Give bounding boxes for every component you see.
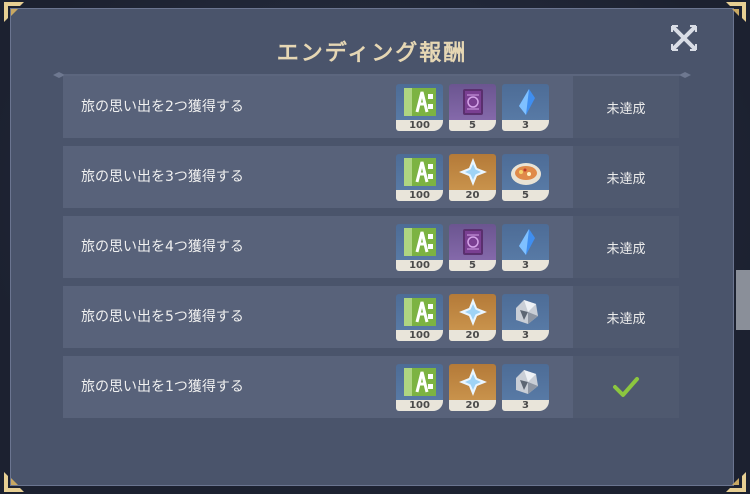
- reward-count: 100: [396, 400, 443, 411]
- reward-item[interactable]: 100: [396, 364, 443, 411]
- background-edge: [736, 270, 750, 330]
- reward-condition-label: 旅の思い出を4つ獲得する: [81, 239, 244, 255]
- reward-condition-label: 旅の思い出を5つ獲得する: [81, 309, 244, 325]
- reward-count: 100: [396, 330, 443, 341]
- reward-count: 20: [449, 190, 496, 201]
- reward-item[interactable]: 20: [449, 364, 496, 411]
- reward-items: 100 5 3: [396, 84, 549, 131]
- reward-item[interactable]: 20: [449, 154, 496, 201]
- ore-icon: [502, 294, 549, 330]
- purple-book-icon: [449, 84, 496, 120]
- reward-items: 100 20 3: [396, 294, 549, 341]
- corner-ornament-icon: [2, 466, 30, 494]
- primogem-icon: [449, 154, 496, 190]
- checkmark-icon: [612, 375, 640, 399]
- reward-item[interactable]: 5: [502, 154, 549, 201]
- blue-crystal-icon: [502, 84, 549, 120]
- reward-count: 5: [449, 120, 496, 131]
- reward-items: 100 5 3: [396, 224, 549, 271]
- reward-condition-label: 旅の思い出を2つ獲得する: [81, 99, 244, 115]
- reward-item[interactable]: 20: [449, 294, 496, 341]
- reward-count: 100: [396, 190, 443, 201]
- corner-ornament-icon: [2, 0, 30, 28]
- reward-count: 20: [449, 330, 496, 341]
- adventure-exp-icon: [396, 154, 443, 190]
- reward-row: 旅の思い出を5つ獲得する 100 20 3 未達成: [63, 286, 679, 348]
- status-cell: 未達成: [573, 146, 679, 208]
- reward-count: 5: [502, 190, 549, 201]
- reward-row: 旅の思い出を1つ獲得する 100 20 3: [63, 356, 679, 418]
- reward-item[interactable]: 100: [396, 224, 443, 271]
- reward-row: 旅の思い出を3つ獲得する 100 20 5 未達成: [63, 146, 679, 208]
- reward-item[interactable]: 100: [396, 294, 443, 341]
- reward-item[interactable]: 3: [502, 84, 549, 131]
- reward-row: 旅の思い出を2つ獲得する 100 5 3 未達成: [63, 76, 679, 138]
- adventure-exp-icon: [396, 294, 443, 330]
- reward-item[interactable]: 100: [396, 154, 443, 201]
- reward-condition-label: 旅の思い出を3つ獲得する: [81, 169, 244, 185]
- reward-count: 100: [396, 120, 443, 131]
- reward-item[interactable]: 5: [449, 84, 496, 131]
- reward-item[interactable]: 100: [396, 84, 443, 131]
- status-cell: 未達成: [573, 76, 679, 138]
- reward-count: 3: [502, 400, 549, 411]
- reward-item[interactable]: 3: [502, 294, 549, 341]
- primogem-icon: [449, 294, 496, 330]
- food-plate-icon: [502, 154, 549, 190]
- game-screen: エンディング報酬 旅の思い出を2つ獲得する 100 5 3 未達成 旅の思い出を3つ獲得す…: [0, 0, 750, 494]
- adventure-exp-icon: [396, 84, 443, 120]
- status-cell: 未達成: [573, 286, 679, 348]
- reward-count: 3: [502, 260, 549, 271]
- blue-crystal-icon: [502, 224, 549, 260]
- reward-item[interactable]: 3: [502, 224, 549, 271]
- ore-icon: [502, 364, 549, 400]
- status-text: 未達成: [606, 101, 646, 117]
- corner-ornament-icon: [720, 466, 748, 494]
- primogem-icon: [449, 364, 496, 400]
- reward-count: 100: [396, 260, 443, 271]
- reward-items: 100 20 3: [396, 364, 549, 411]
- close-button[interactable]: [670, 24, 698, 52]
- reward-item[interactable]: 3: [502, 364, 549, 411]
- status-text: 未達成: [606, 241, 646, 257]
- status-text: 未達成: [606, 311, 646, 327]
- reward-item[interactable]: 5: [449, 224, 496, 271]
- adventure-exp-icon: [396, 224, 443, 260]
- panel-title: エンディング報酬: [276, 41, 468, 66]
- reward-count: 3: [502, 120, 549, 131]
- status-cell: 未達成: [573, 216, 679, 278]
- reward-items: 100 20 5: [396, 154, 549, 201]
- reward-row: 旅の思い出を4つ獲得する 100 5 3 未達成: [63, 216, 679, 278]
- purple-book-icon: [449, 224, 496, 260]
- corner-ornament-icon: [720, 0, 748, 28]
- reward-count: 5: [449, 260, 496, 271]
- status-text: 未達成: [606, 171, 646, 187]
- reward-count: 3: [502, 330, 549, 341]
- adventure-exp-icon: [396, 364, 443, 400]
- close-icon: [671, 25, 697, 51]
- reward-count: 20: [449, 400, 496, 411]
- status-cell: [573, 356, 679, 418]
- reward-condition-label: 旅の思い出を1つ獲得する: [81, 379, 244, 395]
